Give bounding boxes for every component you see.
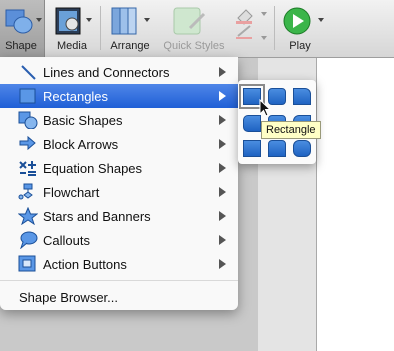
slide-canvas[interactable] — [316, 58, 394, 351]
menu-divider — [0, 280, 238, 281]
arrange-label: Arrange — [110, 40, 150, 52]
menu-item-label: Flowchart — [43, 185, 100, 200]
menu-item-label: Action Buttons — [43, 257, 127, 272]
submenu-arrow-icon — [219, 211, 226, 221]
menu-item-label: Equation Shapes — [43, 161, 143, 176]
chevron-down-icon — [261, 36, 267, 40]
menu-item-equation-shapes[interactable]: Equation Shapes — [0, 156, 238, 180]
play-button[interactable]: Play — [278, 0, 326, 57]
play-label: Play — [289, 40, 311, 52]
rectangle-variant-shape-option[interactable] — [293, 140, 311, 157]
equation-shapes-icon — [18, 159, 38, 177]
line-icon — [18, 63, 38, 81]
submenu-arrow-icon — [219, 115, 226, 125]
menu-item-flowchart[interactable]: Flowchart — [0, 180, 238, 204]
rectangle-variant-shape-option[interactable] — [243, 140, 261, 157]
snip-corner-rectangle-shape-option[interactable] — [293, 88, 311, 105]
callout-icon — [18, 231, 38, 250]
rectangle-icon — [18, 87, 38, 105]
arrange-button[interactable]: Arrange — [104, 0, 156, 57]
toolbar: Shape Media Arrange Quick Styles Play — [0, 0, 394, 58]
basic-shapes-icon — [18, 111, 38, 130]
menu-item-label: Rectangles — [43, 89, 109, 104]
menu-item-action-buttons[interactable]: Action Buttons — [0, 252, 238, 276]
submenu-arrow-icon — [219, 235, 226, 245]
submenu-arrow-icon — [219, 67, 226, 77]
quick-styles-button[interactable]: Quick Styles — [160, 0, 228, 57]
quick-styles-icon — [160, 6, 228, 36]
fill-line-buttons[interactable] — [230, 0, 270, 57]
chevron-down-icon — [318, 18, 324, 22]
chevron-down-icon — [144, 18, 150, 22]
action-button-icon — [18, 255, 38, 273]
chevron-down-icon — [86, 18, 92, 22]
submenu-arrow-icon — [219, 187, 226, 197]
menu-item-basic-shapes[interactable]: Basic Shapes — [0, 108, 238, 132]
menu-item-block-arrows[interactable]: Block Arrows — [0, 132, 238, 156]
media-button[interactable]: Media — [50, 0, 94, 57]
menu-item-rectangles[interactable]: Rectangles — [0, 84, 238, 108]
submenu-arrow-icon — [219, 163, 226, 173]
mouse-cursor-icon — [259, 98, 273, 119]
block-arrows-icon — [18, 135, 38, 153]
menu-item-callouts[interactable]: Callouts — [0, 228, 238, 252]
shape-button[interactable]: Shape — [0, 0, 44, 57]
shape-menu: Lines and Connectors Rectangles Basic Sh… — [0, 57, 238, 310]
submenu-arrow-icon — [219, 139, 226, 149]
flowchart-icon — [18, 183, 38, 201]
menu-item-label: Basic Shapes — [43, 113, 123, 128]
submenu-arrow-icon — [219, 259, 226, 269]
menu-item-label: Stars and Banners — [43, 209, 151, 224]
paint-bucket-icon — [230, 6, 270, 39]
tooltip: Rectangle — [261, 121, 321, 139]
menu-item-label: Lines and Connectors — [43, 65, 170, 80]
submenu-arrow-icon — [219, 91, 226, 101]
menu-item-label: Block Arrows — [43, 137, 119, 152]
menu-item-label: Shape Browser... — [19, 290, 118, 305]
chevron-down-icon — [36, 18, 42, 22]
quick-styles-label: Quick Styles — [163, 40, 225, 52]
menu-item-shape-browser[interactable]: Shape Browser... — [0, 285, 238, 309]
chevron-down-icon — [261, 12, 267, 16]
menu-item-lines-and-connectors[interactable]: Lines and Connectors — [0, 60, 238, 84]
media-label: Media — [57, 40, 87, 52]
menu-item-stars-and-banners[interactable]: Stars and Banners — [0, 204, 238, 228]
toolbar-divider — [100, 6, 101, 50]
rectangle-variant-shape-option[interactable] — [268, 140, 286, 157]
menu-item-label: Callouts — [43, 233, 90, 248]
shape-label: Shape — [5, 40, 37, 52]
star-icon — [17, 206, 39, 226]
